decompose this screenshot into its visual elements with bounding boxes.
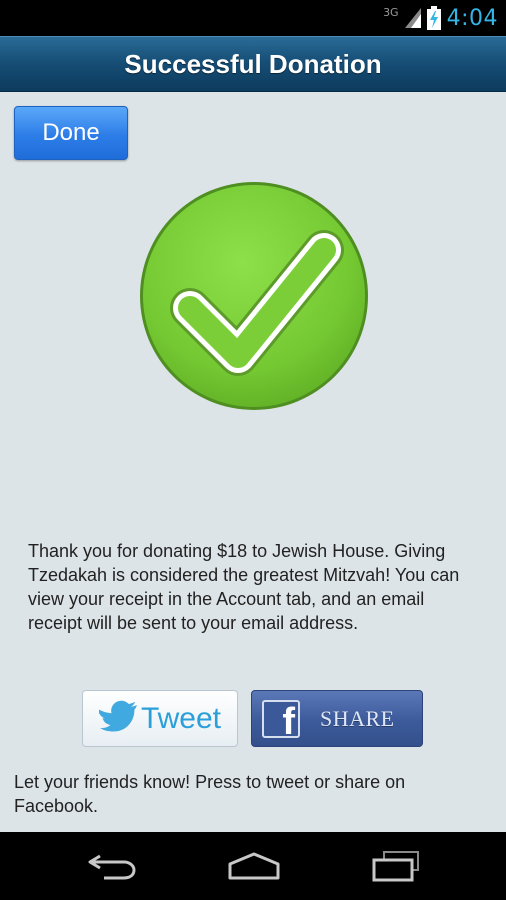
home-icon[interactable] (226, 850, 282, 887)
done-button[interactable]: Done (14, 106, 128, 160)
tweet-label: Tweet (140, 701, 222, 735)
back-icon[interactable] (86, 850, 138, 887)
page-title: Successful Donation (124, 48, 382, 79)
clock: 4:04 (446, 5, 498, 31)
facebook-share-button[interactable]: f SHARE (251, 690, 423, 747)
share-label: SHARE (320, 705, 395, 731)
recent-apps-icon[interactable] (370, 850, 422, 887)
share-prompt: Let your friends know! Press to tweet or… (14, 772, 406, 816)
facebook-icon: f (262, 699, 300, 738)
tweet-button[interactable]: Tweet (82, 690, 238, 747)
navigation-bar (0, 832, 506, 900)
main-content: Done Thank you for donating $18 to Jewis… (0, 92, 506, 832)
status-bar: 3G 4:04 (0, 0, 506, 36)
twitter-bird-icon (97, 700, 139, 737)
signal-icon (404, 8, 421, 28)
network-type-label: 3G (383, 5, 399, 19)
status-icons: 3G 4:04 (383, 4, 498, 32)
title-bar: Successful Donation (0, 36, 506, 92)
battery-charging-icon (426, 6, 441, 30)
thank-you-message: Thank you for donating $18 to Jewish Hou… (28, 541, 460, 633)
facebook-f-glyph: f (282, 700, 295, 738)
success-check-icon (138, 180, 370, 412)
